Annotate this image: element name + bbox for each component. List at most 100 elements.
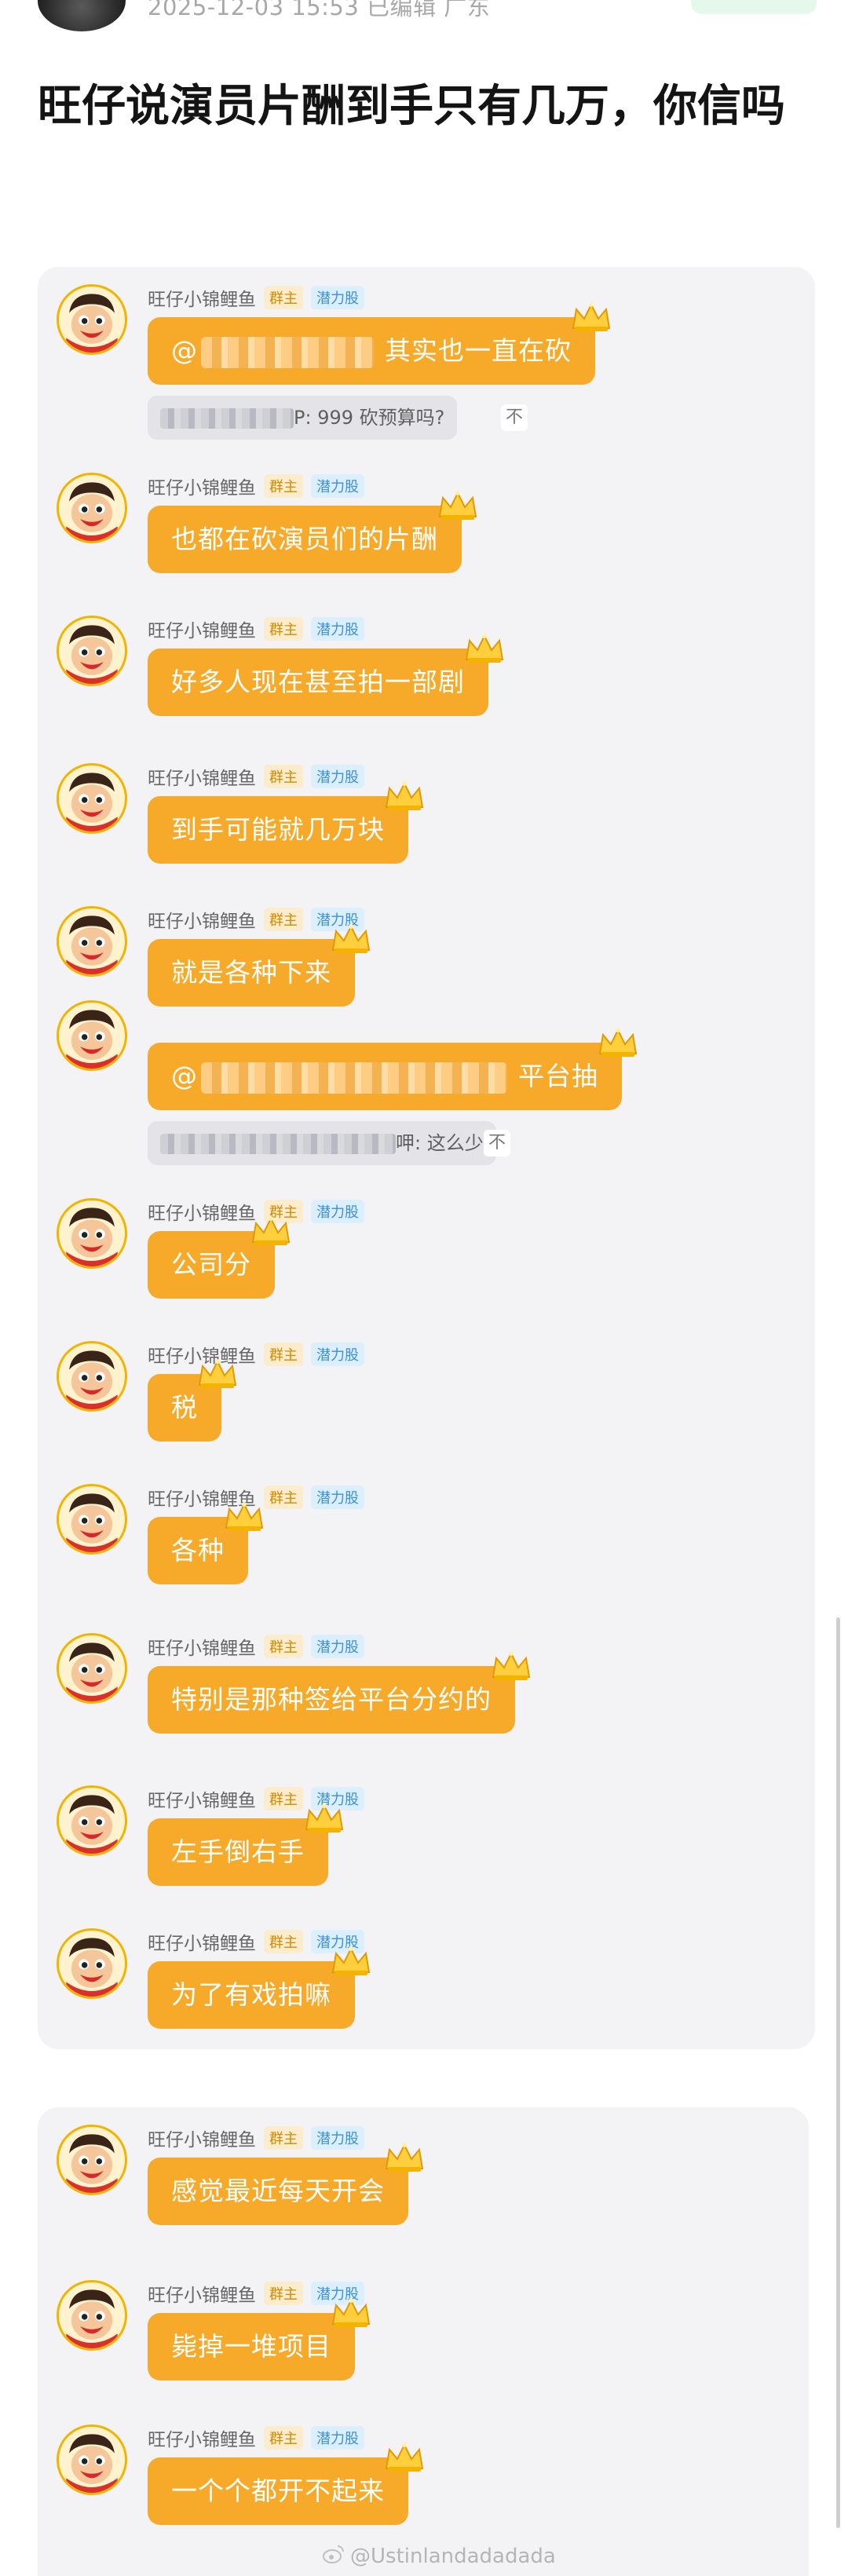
crown-icon [383, 2442, 426, 2473]
message-text: 特别是那种签给平台分约的 [171, 1684, 492, 1715]
avatar-icon[interactable] [57, 1928, 127, 1999]
watermark-text: @Ustinlandadadada [350, 2545, 556, 2568]
avatar-icon[interactable] [57, 1198, 127, 1269]
owner-badge: 群主 [264, 286, 303, 309]
message-bubble[interactable]: 税 [148, 1359, 237, 1441]
message-header: 旺仔小锦鲤鱼 群主 潜力股 [148, 284, 364, 310]
message-bubble[interactable]: 公司分 [148, 1216, 291, 1299]
message-bubble[interactable]: 特别是那种签给平台分约的 [148, 1651, 531, 1734]
message-text: 到手可能就几万块 [171, 814, 385, 845]
avatar-icon[interactable] [57, 616, 127, 686]
scrollbar[interactable] [836, 1617, 840, 2528]
follow-button[interactable] [691, 0, 817, 14]
message-text: 税 [171, 1392, 198, 1423]
chat-message: 旺仔小锦鲤鱼 群主 潜力股好多人现在甚至拍一部剧 [57, 616, 763, 725]
crown-icon [597, 1027, 639, 1058]
owner-badge: 群主 [264, 908, 303, 931]
quote-close-button[interactable]: 不 [484, 1130, 510, 1156]
chat-message: 旺仔小锦鲤鱼 群主 潜力股 公司分 [57, 1198, 763, 1308]
owner-badge: 群主 [264, 1930, 303, 1953]
crown-icon [330, 1946, 372, 1977]
chat-message: 旺仔小锦鲤鱼 群主 潜力股 就是各种下来 [57, 906, 763, 1016]
post-meta: 2025-12-03 15:53 已编辑 广东 [148, 0, 491, 20]
avatar-icon[interactable] [57, 1484, 127, 1555]
message-bubble[interactable]: 感觉最近每天开会 [148, 2143, 424, 2225]
message-bubble[interactable]: 毙掉一堆项目 [148, 2298, 371, 2381]
owner-badge: 群主 [264, 474, 303, 498]
message-bubble[interactable]: 就是各种下来 [148, 924, 371, 1007]
message-text: 其实也一直在砍 [385, 335, 572, 366]
message-bubble[interactable]: @ 其实也一直在砍 [148, 302, 611, 385]
reply-quote[interactable]: P: 999 砍预算吗? [148, 396, 458, 440]
avatar-icon[interactable] [57, 1000, 127, 1071]
post-title: 旺仔说演员片酬到手只有几万，你信吗 [38, 81, 785, 132]
message-text: 各种 [171, 1535, 225, 1566]
message-bubble[interactable]: 各种 [148, 1502, 264, 1584]
message-text: 就是各种下来 [171, 957, 331, 988]
watermark: @Ustinlandadadada [322, 2544, 556, 2570]
message-text: 也都在砍演员们的片酬 [171, 524, 438, 554]
potential-badge: 潜力股 [311, 2126, 364, 2150]
avatar-icon[interactable] [57, 2424, 127, 2495]
redacted-mention [201, 1061, 507, 1094]
avatar-icon[interactable] [57, 284, 127, 355]
sender-name: 旺仔小锦鲤鱼 [148, 1204, 256, 1224]
avatar-icon[interactable] [57, 473, 127, 543]
chat-message: 旺仔小锦鲤鱼 群主 潜力股 为了有戏拍嘛 [57, 1928, 763, 2038]
author-avatar[interactable] [38, 0, 126, 31]
redacted-quote-source [160, 1134, 396, 1154]
avatar-icon[interactable] [57, 1633, 127, 1704]
message-header: 旺仔小锦鲤鱼 群主 潜力股 [148, 1633, 364, 1659]
chat-message: 旺仔小锦鲤鱼 群主 潜力股 @ 其实也一直在砍 P: 999 砍预算吗? 不 [57, 284, 763, 440]
avatar-icon[interactable] [57, 2125, 127, 2195]
owner-badge: 群主 [264, 617, 303, 641]
potential-badge: 潜力股 [311, 1635, 364, 1658]
quote-text: P: 999 砍预算吗? [294, 407, 445, 429]
mention-prefix: @ [171, 1061, 198, 1091]
chat-screenshot-1: 旺仔小锦鲤鱼 群主 潜力股 @ 其实也一直在砍 P: 999 砍预算吗? 不旺仔小锦鲤鱼 群主… [38, 267, 815, 2049]
owner-badge: 群主 [264, 1343, 303, 1366]
crown-icon [223, 1501, 265, 1533]
message-bubble[interactable]: @ 平台抽 [148, 1028, 638, 1110]
owner-badge: 群主 [264, 2282, 303, 2305]
sender-name: 旺仔小锦鲤鱼 [148, 290, 256, 310]
crown-icon [196, 1358, 239, 1390]
message-text: 好多人现在甚至拍一部剧 [171, 667, 465, 697]
message-text: 一个个都开不起来 [171, 2476, 385, 2506]
message-bubble[interactable]: 为了有戏拍嘛 [148, 1946, 371, 2029]
message-bubble[interactable]: 左手倒右手 [148, 1803, 344, 1886]
crown-icon [250, 1215, 292, 1247]
message-header: 旺仔小锦鲤鱼 群主 潜力股 [148, 2424, 364, 2450]
crown-icon [570, 301, 612, 333]
sender-name: 旺仔小锦鲤鱼 [148, 478, 256, 499]
potential-badge: 潜力股 [311, 765, 364, 788]
avatar-icon[interactable] [57, 763, 127, 834]
message-bubble[interactable]: 到手可能就几万块 [148, 781, 424, 864]
message-bubble[interactable]: 好多人现在甚至拍一部剧 [148, 634, 504, 716]
avatar-icon[interactable] [57, 906, 127, 977]
chat-message: 旺仔小锦鲤鱼 群主 潜力股特别是那种签给平台分约的 [57, 1633, 763, 1743]
avatar-icon[interactable] [57, 2280, 127, 2351]
message-text: 公司分 [171, 1249, 251, 1280]
message-header: 旺仔小锦鲤鱼 群主 潜力股 [148, 763, 364, 789]
message-bubble[interactable]: 一个个都开不起来 [148, 2443, 424, 2525]
avatar-icon[interactable] [57, 1341, 127, 1412]
potential-badge: 潜力股 [311, 1485, 364, 1509]
chat-message: 旺仔小锦鲤鱼 群主 潜力股 左手倒右手 [57, 1785, 763, 1895]
crown-icon [330, 2297, 372, 2329]
message-bubble[interactable]: 也都在砍演员们的片酬 [148, 491, 477, 573]
crown-icon [437, 490, 479, 521]
crown-icon [303, 1803, 345, 1834]
owner-badge: 群主 [264, 2126, 303, 2150]
crown-icon [383, 780, 426, 812]
message-text: 为了有戏拍嘛 [171, 1979, 331, 2010]
owner-badge: 群主 [264, 1485, 303, 1509]
reply-quote[interactable]: 呷: 这么少 [148, 1121, 496, 1165]
message-header: 旺仔小锦鲤鱼 群主 潜力股 [148, 616, 364, 641]
chat-message: 旺仔小锦鲤鱼 群主 潜力股到手可能就几万块 [57, 763, 763, 873]
message-text: 感觉最近每天开会 [171, 2176, 385, 2206]
sender-name: 旺仔小锦鲤鱼 [148, 1934, 256, 1954]
message-header: 旺仔小锦鲤鱼 群主 潜力股 [148, 1341, 364, 1367]
quote-close-button[interactable]: 不 [501, 404, 528, 431]
avatar-icon[interactable] [57, 1785, 127, 1856]
